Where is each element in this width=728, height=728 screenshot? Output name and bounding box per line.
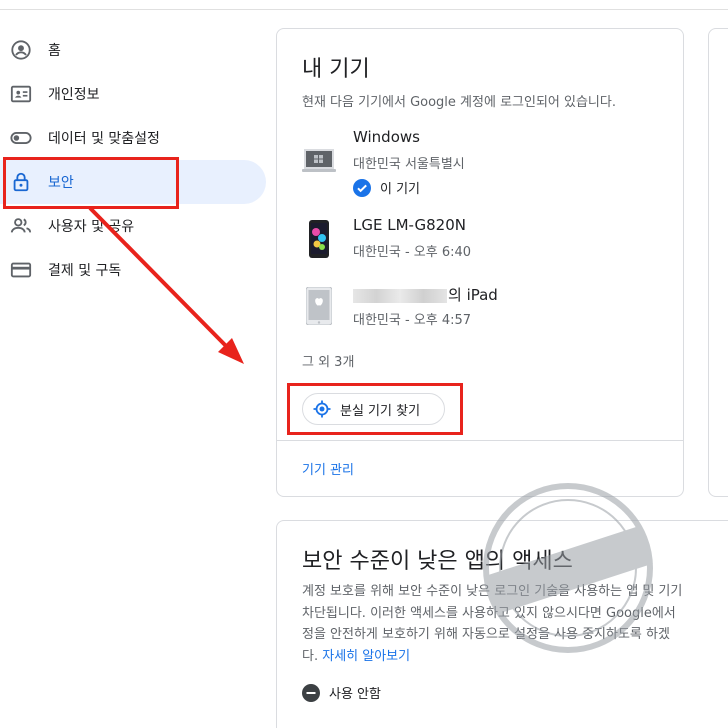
- stamp-watermark: [483, 483, 653, 653]
